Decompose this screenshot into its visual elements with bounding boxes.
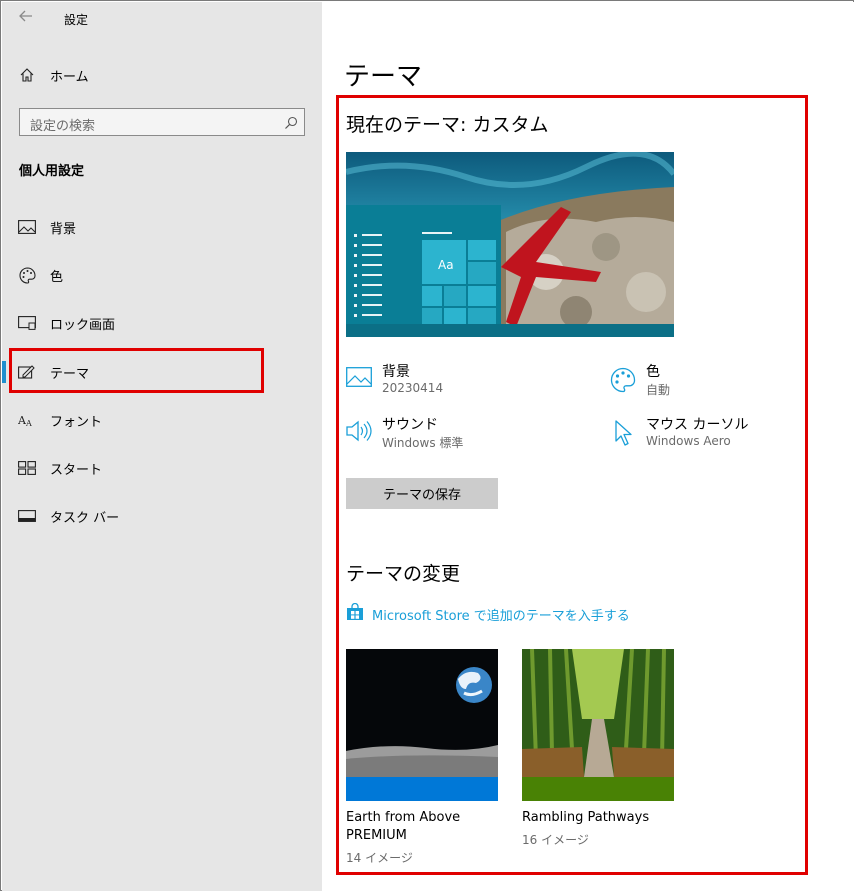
section-title: 個人用設定: [19, 164, 85, 179]
sidebar: 設定 ホーム 設定の検索 個人用設定 背景 色 ロック画面 テーマ A A フォ…: [2, 2, 322, 891]
highlight-box-theme: [9, 348, 264, 393]
lockscreen-icon: [18, 314, 36, 332]
taskbar-icon: [18, 507, 36, 525]
app-title: 設定: [64, 13, 89, 27]
page-title: テーマ: [344, 62, 423, 92]
settings-window: 設定 ホーム 設定の検索 個人用設定 背景 色 ロック画面 テーマ A A フォ…: [0, 0, 854, 891]
sidebar-item-label: 背景: [50, 221, 77, 237]
sidebar-item-color[interactable]: 色: [2, 255, 322, 295]
search-icon[interactable]: [284, 115, 298, 129]
nav-home[interactable]: ホーム: [2, 55, 322, 95]
back-arrow-icon[interactable]: [18, 8, 38, 28]
sidebar-item-start[interactable]: スタート: [2, 448, 322, 488]
nav-home-label: ホーム: [50, 69, 89, 85]
settings-search-input[interactable]: 設定の検索: [19, 108, 305, 136]
palette-icon: [18, 266, 36, 284]
picture-icon: [18, 218, 36, 236]
sidebar-item-label: タスク バー: [50, 510, 120, 526]
svg-text:A: A: [25, 419, 32, 427]
sidebar-item-label: ロック画面: [50, 317, 116, 333]
sidebar-item-label: フォント: [50, 414, 103, 430]
sidebar-item-lockscreen[interactable]: ロック画面: [2, 303, 322, 343]
sidebar-item-label: 色: [50, 269, 64, 285]
home-icon: [18, 66, 36, 84]
font-icon: AA: [18, 411, 36, 429]
highlight-box-main: [336, 95, 808, 875]
sidebar-item-label: スタート: [50, 462, 103, 478]
sidebar-item-background[interactable]: 背景: [2, 207, 322, 247]
search-placeholder: 設定の検索: [30, 119, 96, 134]
sidebar-item-font[interactable]: AA フォント: [2, 400, 322, 440]
sidebar-item-taskbar[interactable]: タスク バー: [2, 496, 322, 536]
start-icon: [18, 459, 36, 477]
